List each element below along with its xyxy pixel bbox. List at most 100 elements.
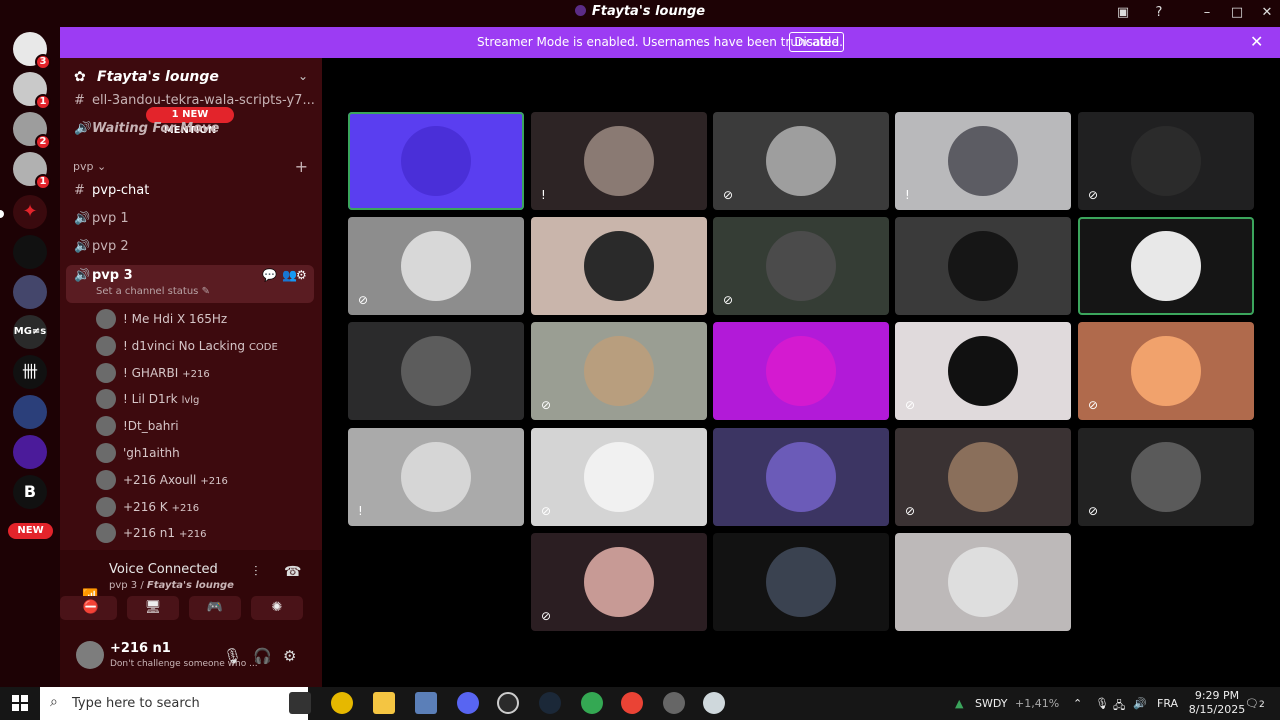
close-window-button[interactable]: ✕ bbox=[1256, 3, 1278, 23]
app-icon[interactable] bbox=[497, 692, 519, 714]
voice-user[interactable]: ! Me Hdi X 165Hz bbox=[96, 309, 227, 333]
user-tag: CODE bbox=[248, 341, 278, 353]
participant-tile[interactable]: ⊘ bbox=[895, 428, 1071, 526]
participant-tile[interactable] bbox=[713, 322, 889, 420]
participant-tile[interactable] bbox=[531, 217, 707, 315]
microphone-icon[interactable]: 🎙 bbox=[1095, 697, 1109, 710]
participant-tile[interactable] bbox=[895, 533, 1071, 631]
chevron-up-icon[interactable]: ⌃ bbox=[1073, 697, 1082, 710]
participant-tile[interactable]: ⊘ bbox=[1078, 112, 1254, 210]
steam-icon[interactable] bbox=[539, 692, 561, 714]
channel-item[interactable]: 🔊 Waiting For Move bbox=[74, 121, 219, 143]
guild-name[interactable]: Ftayta's lounge bbox=[97, 69, 219, 85]
chat-icon[interactable]: 💬 bbox=[262, 268, 277, 282]
app-icon[interactable] bbox=[415, 692, 437, 714]
disconnect-icon[interactable]: ☎ bbox=[284, 564, 301, 580]
channel-status[interactable]: Set a channel status ✎ bbox=[96, 286, 210, 297]
avatar[interactable] bbox=[76, 641, 104, 669]
participant-tile[interactable] bbox=[713, 533, 889, 631]
server-avatar[interactable]: 2 bbox=[13, 112, 51, 150]
server-icon[interactable]: B bbox=[13, 475, 47, 509]
voice-user[interactable]: ! GHARBI +216 bbox=[96, 362, 210, 387]
voice-user[interactable]: ! d1vinci No Lacking CODE bbox=[96, 335, 278, 360]
settings-gear-icon[interactable]: ⚙ bbox=[283, 647, 296, 665]
server-icon[interactable]: 卌 bbox=[13, 355, 47, 389]
participant-tile[interactable] bbox=[348, 322, 524, 420]
camera-off-button[interactable]: ⛔ bbox=[65, 596, 117, 620]
participant-tile[interactable]: ⊘ bbox=[1078, 322, 1254, 420]
server-avatar[interactable]: 3 bbox=[13, 32, 51, 70]
chevron-down-icon[interactable]: ⌄ bbox=[298, 69, 308, 83]
soundboard-button[interactable]: ✺ bbox=[251, 596, 303, 620]
settings-gear-icon[interactable]: ⚙ bbox=[296, 268, 307, 282]
discord-icon[interactable] bbox=[457, 692, 479, 714]
screen-share-button[interactable]: 🖥 bbox=[127, 596, 179, 620]
chrome-icon[interactable] bbox=[621, 692, 643, 714]
help-icon[interactable]: ? bbox=[1148, 3, 1170, 23]
participant-tile[interactable] bbox=[713, 428, 889, 526]
notification-icon[interactable]: 🗨2 bbox=[1245, 697, 1265, 710]
user-name[interactable]: +216 n1 bbox=[110, 641, 171, 656]
participant-tile[interactable]: ⊘ bbox=[895, 322, 1071, 420]
noise-suppression-icon[interactable]: ⫶ bbox=[254, 564, 258, 580]
invite-icon[interactable]: 👥 bbox=[282, 268, 297, 282]
channel-item[interactable]: 🔊 pvp 2 bbox=[74, 239, 129, 261]
unread-badge: 2 bbox=[35, 134, 51, 150]
network-icon[interactable]: 🖧 bbox=[1113, 697, 1125, 716]
participant-tile[interactable]: ⊘ bbox=[531, 533, 707, 631]
channel-item[interactable]: # pvp-chat bbox=[74, 183, 149, 205]
taskbar-search[interactable]: ⌕ Type here to search bbox=[40, 687, 308, 720]
channel-item[interactable]: 🔊 pvp 1 bbox=[74, 211, 129, 233]
server-icon[interactable] bbox=[13, 235, 47, 269]
server-icon[interactable]: ✦ bbox=[13, 195, 47, 229]
participant-tile[interactable]: ! bbox=[895, 112, 1071, 210]
voice-user[interactable]: ! Lil D1rk lvlg bbox=[96, 389, 199, 413]
volume-icon[interactable]: 🔊 bbox=[1133, 697, 1147, 710]
app-icon[interactable] bbox=[703, 692, 725, 714]
clock[interactable]: 9:29 PM 8/15/2025 bbox=[1182, 689, 1252, 717]
add-channel-icon[interactable]: + bbox=[295, 157, 308, 176]
disable-button[interactable]: Disable bbox=[789, 32, 844, 52]
microphone-icon[interactable]: 🎙 bbox=[223, 647, 242, 665]
participant-tile[interactable] bbox=[1078, 217, 1254, 315]
maximize-button[interactable]: □ bbox=[1226, 3, 1248, 23]
server-icon[interactable]: MG≠s bbox=[13, 315, 47, 349]
participant-tile[interactable]: ⊘ bbox=[713, 217, 889, 315]
headphones-icon[interactable]: 🎧 bbox=[253, 647, 272, 665]
voice-user[interactable]: +216 K +216 bbox=[96, 496, 199, 521]
task-view-icon[interactable] bbox=[289, 692, 311, 714]
server-avatar[interactable]: 1 bbox=[13, 72, 51, 110]
language-indicator[interactable]: FRA bbox=[1157, 697, 1178, 710]
voice-user[interactable]: +216 Axoull +216 bbox=[96, 469, 228, 494]
participant-tile[interactable] bbox=[348, 112, 524, 210]
activity-button[interactable]: 🎮 bbox=[189, 596, 241, 620]
category-pvp[interactable]: pvp ⌄ bbox=[73, 160, 106, 173]
chrome-icon[interactable] bbox=[331, 692, 353, 714]
server-icon[interactable] bbox=[13, 435, 47, 469]
participant-tile[interactable]: ⊘ bbox=[1078, 428, 1254, 526]
voice-user[interactable]: 'gh1aithh bbox=[96, 443, 180, 467]
server-avatar[interactable]: 1 bbox=[13, 152, 51, 190]
close-icon[interactable]: ✕ bbox=[1250, 32, 1263, 51]
voice-channel-path[interactable]: pvp 3 / Ftayta's lounge bbox=[109, 580, 234, 591]
voice-user[interactable]: !Dt_bahri bbox=[96, 416, 179, 440]
participant-tile[interactable]: ⊘ bbox=[348, 217, 524, 315]
participant-tile[interactable]: ⊘ bbox=[531, 428, 707, 526]
avatar bbox=[96, 362, 116, 383]
server-icon[interactable] bbox=[13, 395, 47, 429]
voice-user[interactable]: +216 n1 +216 bbox=[96, 523, 206, 547]
new-badge[interactable]: NEW bbox=[8, 523, 53, 539]
file-explorer-icon[interactable] bbox=[373, 692, 395, 714]
participant-tile[interactable]: ⊘ bbox=[713, 112, 889, 210]
participant-tile[interactable]: ⊘ bbox=[531, 322, 707, 420]
inbox-icon[interactable]: ▣ bbox=[1112, 3, 1134, 23]
server-icon[interactable] bbox=[13, 275, 47, 309]
participant-tile[interactable] bbox=[895, 217, 1071, 315]
start-button[interactable] bbox=[12, 695, 28, 711]
participant-tile[interactable]: ! bbox=[531, 112, 707, 210]
minimize-button[interactable]: – bbox=[1196, 3, 1218, 23]
stock-ticker[interactable]: SWDY bbox=[975, 697, 1007, 710]
chrome-icon[interactable] bbox=[581, 692, 603, 714]
app-icon[interactable] bbox=[663, 692, 685, 714]
participant-tile[interactable]: ! bbox=[348, 428, 524, 526]
